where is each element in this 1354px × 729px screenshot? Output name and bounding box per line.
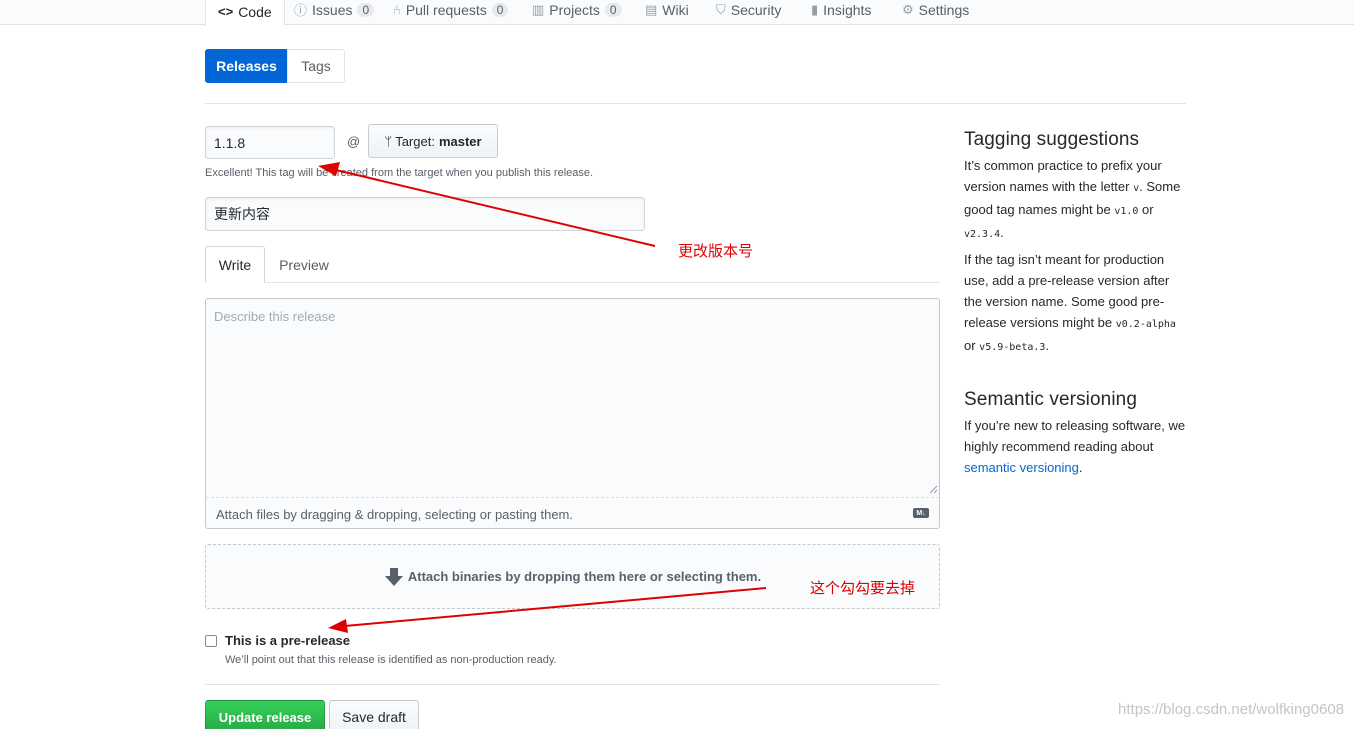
issue-icon: ⓘ [294,3,308,18]
tab-security[interactable]: ⛉ Security [716,0,781,25]
tab-pull-requests[interactable]: ⑃ Pull requests 0 [393,0,509,25]
projects-counter: 0 [604,2,622,17]
book-icon: ▤ [645,1,658,17]
tags-tab[interactable]: Tags [287,49,345,83]
tab-security-label: Security [730,1,782,18]
prerelease-note: We’ll point out that this release is ide… [225,654,557,666]
tab-wiki[interactable]: ▤ Wiki [645,0,689,25]
tab-issues-label: Issues [312,1,353,18]
tagging-p1-or: or [1138,202,1154,217]
tab-preview[interactable]: Preview [268,246,340,283]
semantic-versioning-title: Semantic versioning [964,389,1137,410]
semver-paragraph: If you’re new to releasing software, we … [964,415,1186,478]
watermark: https://blog.csdn.net/wolfking0608 [1118,701,1344,718]
graph-icon: ▮ [811,1,819,17]
tagging-p2-end: . [1045,338,1050,353]
project-icon: ▥ [532,1,545,17]
prerelease-checkbox[interactable] [205,635,217,647]
branch-icon: ᛘ [384,133,393,149]
releases-tab[interactable]: Releases [205,49,288,83]
pull-requests-counter: 0 [491,2,509,17]
at-sign: @ [347,134,361,149]
semver-text: If you’re new to releasing software, we … [964,418,1186,454]
divider [205,103,1186,104]
semver-end: . [1078,460,1083,475]
save-draft-button[interactable]: Save draft [329,700,419,729]
release-body-editor[interactable]: Describe this release Attach files by dr… [205,298,940,529]
tagging-p2-code-1: v0.2-alpha [1115,319,1176,330]
release-title-input[interactable]: 更新内容 [205,197,645,231]
tagging-p1-code-1: v1.0 [1114,206,1139,217]
release-body-textarea[interactable]: Describe this release [206,299,939,498]
arrow-down-icon [384,567,403,586]
target-branch-button[interactable]: ᛘ Target: master [368,124,498,158]
gear-icon: ⚙ [902,1,914,17]
version-annotation: 更改版本号 [678,243,754,260]
tagging-p2-or: or [964,338,980,353]
tab-issues[interactable]: ⓘ Issues 0 [294,0,375,25]
tab-code[interactable]: <> Code [205,0,285,26]
attach-files-label[interactable]: Attach files by dragging & dropping, sel… [216,507,573,522]
repo-nav: <> Code ⓘ Issues 0 ⑃ Pull requests 0 ▥ P… [0,0,1354,26]
tab-write[interactable]: Write [205,246,265,283]
attach-binaries-label: Attach binaries by dropping them here or… [407,569,762,584]
markdown-icon[interactable]: M↓ [913,508,929,518]
tab-wiki-label: Wiki [662,1,689,18]
tagging-paragraph-2: If the tag isn’t meant for production us… [964,249,1186,358]
tagging-p2-code-2: v5.9-beta.3 [979,342,1046,353]
tab-code-label: Code [238,3,272,20]
tag-version-input[interactable]: 1.1.8 [205,126,335,159]
update-release-button[interactable]: Update release [205,700,325,729]
tab-insights-label: Insights [823,1,872,18]
tab-insights[interactable]: ▮ Insights [811,0,871,25]
shield-icon: ⛉ [716,1,726,17]
checkbox-annotation: 这个勾勾要去掉 [810,580,916,597]
tab-projects-label: Projects [549,1,600,18]
tagging-paragraph-1: It’s common practice to prefix your vers… [964,155,1186,245]
code-icon: <> [218,4,234,19]
resize-handle-icon[interactable] [928,484,938,494]
footer-divider [205,684,940,685]
tagging-p1-code-2: v2.3.4 [964,229,1001,240]
tab-settings-label: Settings [918,1,970,18]
tagging-p1-end: . [1000,225,1004,240]
pull-request-icon: ⑃ [393,2,401,17]
semantic-versioning-link[interactable]: semantic versioning [964,460,1079,475]
tag-note: Excellent! This tag will be created from… [205,167,594,179]
target-branch: master [438,133,482,149]
issues-counter: 0 [357,2,375,17]
target-label: Target: [395,133,435,149]
tab-projects[interactable]: ▥ Projects 0 [532,0,622,25]
tab-pull-requests-label: Pull requests [405,1,487,18]
prerelease-label[interactable]: This is a pre-release [225,633,350,648]
tagging-suggestions-title: Tagging suggestions [964,129,1140,150]
tab-settings[interactable]: ⚙ Settings [902,0,969,25]
